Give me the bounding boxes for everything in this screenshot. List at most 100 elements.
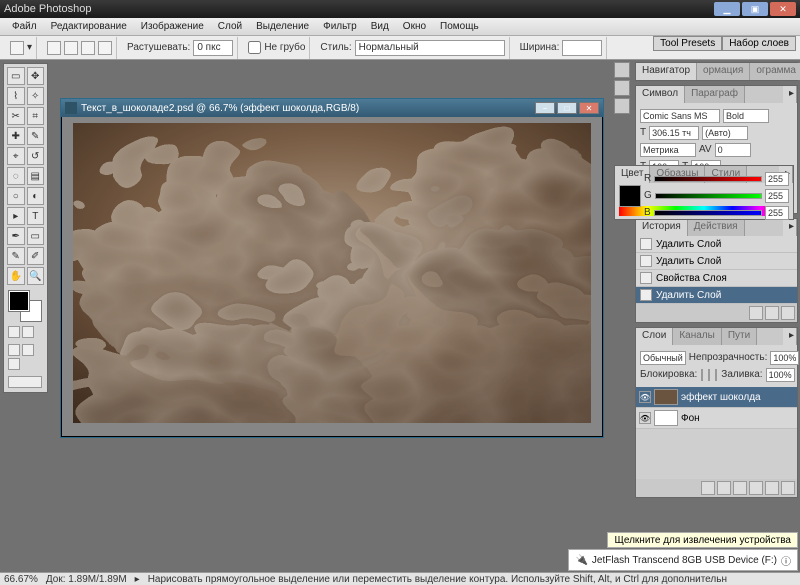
history-item[interactable]: Удалить Слой bbox=[636, 253, 797, 270]
layer-thumbnail[interactable] bbox=[654, 389, 678, 405]
heal-tool[interactable]: ✚ bbox=[7, 127, 25, 145]
lock-transparent-icon[interactable] bbox=[701, 369, 703, 381]
layer-group-button[interactable] bbox=[733, 481, 747, 495]
color-preview[interactable] bbox=[619, 185, 641, 207]
document-titlebar[interactable]: Текст_в_шоколаде2.psd @ 66.7% (эффект шо… bbox=[61, 99, 603, 117]
font-size-input[interactable]: 306.15 тч bbox=[649, 126, 699, 140]
slice-tool[interactable]: ⌗ bbox=[27, 107, 45, 125]
window-maximize-button[interactable]: ▣ bbox=[742, 2, 768, 16]
gradient-tool[interactable]: ▤ bbox=[27, 167, 45, 185]
menu-image[interactable]: Изображение bbox=[135, 19, 210, 34]
zoom-level[interactable]: 66.67% bbox=[4, 574, 38, 585]
dock-icon-1[interactable] bbox=[614, 62, 630, 78]
menu-window[interactable]: Окно bbox=[397, 19, 432, 34]
selection-subtract-icon[interactable] bbox=[81, 41, 95, 55]
move-tool[interactable]: ✥ bbox=[27, 67, 45, 85]
visibility-icon[interactable]: 👁 bbox=[639, 391, 651, 403]
doc-size[interactable]: Док: 1.89M/1.89M bbox=[46, 574, 127, 585]
screen-full-icon[interactable] bbox=[8, 358, 20, 370]
r-slider[interactable] bbox=[654, 176, 762, 182]
shape-tool[interactable]: ▭ bbox=[27, 227, 45, 245]
layer-mask-button[interactable] bbox=[717, 481, 731, 495]
layer-delete-button[interactable] bbox=[781, 481, 795, 495]
dock-icon-2[interactable] bbox=[614, 80, 630, 96]
b-input[interactable]: 255 bbox=[765, 206, 789, 220]
document-canvas[interactable] bbox=[73, 123, 591, 423]
notes-tool[interactable]: ✎ bbox=[7, 247, 25, 265]
tab-histogram[interactable]: ограмма bbox=[750, 63, 800, 80]
menu-file[interactable]: Файл bbox=[6, 19, 43, 34]
eraser-tool[interactable]: ◌ bbox=[7, 167, 25, 185]
tab-channels[interactable]: Каналы bbox=[673, 328, 722, 345]
font-family-select[interactable]: Comic Sans MS bbox=[640, 109, 720, 123]
tab-paths[interactable]: Пути bbox=[722, 328, 757, 345]
kerning-select[interactable]: Метрика bbox=[640, 143, 696, 157]
eyedropper-tool[interactable]: ✐ bbox=[27, 247, 45, 265]
leading-input[interactable]: (Авто) bbox=[702, 126, 748, 140]
doc-minimize-button[interactable]: − bbox=[535, 102, 555, 114]
opacity-input[interactable]: 100% bbox=[770, 351, 799, 365]
wand-tool[interactable]: ✧ bbox=[27, 87, 45, 105]
standard-mode-icon[interactable] bbox=[8, 326, 20, 338]
layer-row[interactable]: 👁 эффект шоколда bbox=[636, 387, 797, 408]
color-swatches[interactable] bbox=[7, 289, 44, 321]
lasso-tool[interactable]: ⌇ bbox=[7, 87, 25, 105]
layer-thumbnail[interactable] bbox=[654, 410, 678, 426]
tab-info[interactable]: ормация bbox=[697, 63, 750, 80]
font-style-select[interactable]: Bold bbox=[723, 109, 769, 123]
brush-tool[interactable]: ✎ bbox=[27, 127, 45, 145]
chevron-down-icon[interactable]: ▾ bbox=[27, 42, 32, 53]
window-close-button[interactable]: ✕ bbox=[770, 2, 796, 16]
menu-view[interactable]: Вид bbox=[365, 19, 395, 34]
doc-close-button[interactable]: ✕ bbox=[579, 102, 599, 114]
balloon-tip[interactable]: Щелкните для извлечения устройства bbox=[607, 532, 798, 548]
antialias-checkbox[interactable] bbox=[248, 41, 261, 54]
g-input[interactable]: 255 bbox=[765, 189, 789, 203]
history-brush-tool[interactable]: ↺ bbox=[27, 147, 45, 165]
selection-add-icon[interactable] bbox=[64, 41, 78, 55]
tab-navigator[interactable]: Навигатор bbox=[636, 63, 697, 80]
dodge-tool[interactable]: ◐ bbox=[27, 187, 45, 205]
history-new-button[interactable] bbox=[765, 306, 779, 320]
menu-select[interactable]: Выделение bbox=[250, 19, 315, 34]
marquee-tool-icon[interactable] bbox=[10, 41, 24, 55]
pen-tool[interactable]: ✒ bbox=[7, 227, 25, 245]
menu-filter[interactable]: Фильтр bbox=[317, 19, 363, 34]
style-select[interactable]: Нормальный bbox=[355, 40, 505, 56]
crop-tool[interactable]: ✂ bbox=[7, 107, 25, 125]
info-icon[interactable]: ⓘ bbox=[781, 553, 791, 568]
tab-character[interactable]: Символ bbox=[636, 86, 685, 103]
history-item[interactable]: Удалить Слой bbox=[636, 287, 797, 304]
stamp-tool[interactable]: ⌖ bbox=[7, 147, 25, 165]
width-input[interactable] bbox=[562, 40, 602, 56]
layer-row[interactable]: 👁 Фон bbox=[636, 408, 797, 429]
foreground-color-swatch[interactable] bbox=[9, 291, 29, 311]
g-slider[interactable] bbox=[655, 193, 762, 199]
dock-icon-3[interactable] bbox=[614, 98, 630, 114]
history-snapshot-button[interactable] bbox=[749, 306, 763, 320]
r-input[interactable]: 255 bbox=[765, 172, 789, 186]
window-minimize-button[interactable]: ▁ bbox=[714, 2, 740, 16]
feather-input[interactable]: 0 пкс bbox=[193, 40, 233, 56]
selection-intersect-icon[interactable] bbox=[98, 41, 112, 55]
menu-edit[interactable]: Редактирование bbox=[45, 19, 133, 34]
zoom-tool[interactable]: 🔍 bbox=[27, 267, 45, 285]
toptab-tool-presets[interactable]: Tool Presets bbox=[653, 36, 722, 51]
screen-full-menu-icon[interactable] bbox=[22, 344, 34, 356]
quickmask-mode-icon[interactable] bbox=[22, 326, 34, 338]
layer-adjust-button[interactable] bbox=[749, 481, 763, 495]
blur-tool[interactable]: ○ bbox=[7, 187, 25, 205]
screen-standard-icon[interactable] bbox=[8, 344, 20, 356]
visibility-icon[interactable]: 👁 bbox=[639, 412, 651, 424]
lock-pixels-icon[interactable] bbox=[708, 369, 710, 381]
marquee-tool[interactable]: ▭ bbox=[7, 67, 25, 85]
history-item[interactable]: Удалить Слой bbox=[636, 236, 797, 253]
lock-position-icon[interactable] bbox=[715, 369, 717, 381]
selection-new-icon[interactable] bbox=[47, 41, 61, 55]
system-tray-popup[interactable]: 🔌 JetFlash Transcend 8GB USB Device (F:)… bbox=[568, 549, 798, 571]
menu-layer[interactable]: Слой bbox=[212, 19, 248, 34]
history-item[interactable]: Свойства Слоя bbox=[636, 270, 797, 287]
b-slider[interactable] bbox=[654, 210, 762, 216]
path-select-tool[interactable]: ▸ bbox=[7, 207, 25, 225]
hand-tool[interactable]: ✋ bbox=[7, 267, 25, 285]
